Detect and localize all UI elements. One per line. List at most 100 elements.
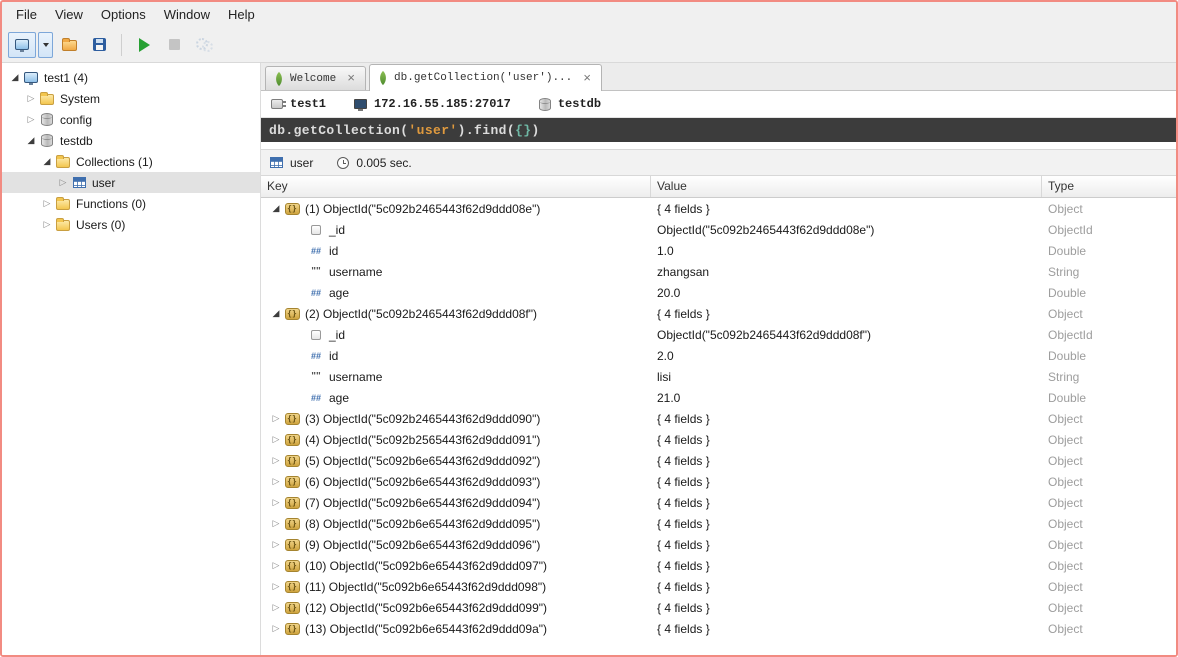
grid-row[interactable]: _idObjectId("5c092b2465443f62d9ddd08f")O…	[261, 324, 1176, 345]
host-icon	[354, 99, 367, 109]
row-expander-icon[interactable]: ▷	[269, 561, 283, 570]
close-icon[interactable]: ×	[345, 72, 357, 85]
type-cell: String	[1042, 265, 1176, 279]
row-expander-icon[interactable]: ▷	[269, 435, 283, 444]
value-cell: 21.0	[651, 391, 1042, 405]
tree-item-functions-0[interactable]: ▷Functions (0)	[2, 193, 260, 214]
clock-icon	[337, 157, 349, 169]
row-expander-icon[interactable]: ▷	[269, 414, 283, 423]
grid-row[interactable]: age21.0Double	[261, 387, 1176, 408]
grid-row[interactable]: ▷(11) ObjectId("5c092b6e65443f62d9ddd098…	[261, 576, 1176, 597]
row-expander-icon[interactable]: ▷	[269, 603, 283, 612]
menu-options[interactable]: Options	[92, 3, 155, 26]
column-header-key[interactable]: Key	[261, 176, 651, 197]
grid-row[interactable]: ▷(12) ObjectId("5c092b6e65443f62d9ddd099…	[261, 597, 1176, 618]
grid-row[interactable]: ▷(10) ObjectId("5c092b6e65443f62d9ddd097…	[261, 555, 1176, 576]
tree-item-collections-1[interactable]: ◢Collections (1)	[2, 151, 260, 172]
tree-item-users-0[interactable]: ▷Users (0)	[2, 214, 260, 235]
type-cell: Object	[1042, 538, 1176, 552]
folder-icon	[56, 199, 70, 210]
number-icon	[309, 287, 324, 299]
grid-row[interactable]: ▷(8) ObjectId("5c092b6e65443f62d9ddd095"…	[261, 513, 1176, 534]
grid-row[interactable]: ▷(5) ObjectId("5c092b6e65443f62d9ddd092"…	[261, 450, 1176, 471]
icon-slot	[307, 350, 325, 362]
breadcrumb-label: 172.16.55.185:27017	[374, 97, 511, 111]
query-editor[interactable]: db.getCollection('user').find({})	[261, 118, 1176, 142]
row-expander-icon[interactable]: ▷	[269, 624, 283, 633]
key-text: _id	[329, 223, 345, 237]
row-expander-icon[interactable]: ▷	[269, 456, 283, 465]
tree-expander-icon[interactable]: ◢	[40, 157, 54, 166]
grid-row[interactable]: ▷(6) ObjectId("5c092b6e65443f62d9ddd093"…	[261, 471, 1176, 492]
key-text: id	[329, 244, 338, 258]
save-button[interactable]	[85, 32, 113, 58]
tree-expander-icon[interactable]: ◢	[24, 136, 38, 145]
orientation-button[interactable]	[190, 32, 218, 58]
value-cell: { 4 fields }	[651, 433, 1042, 447]
grid-row[interactable]: ▷(9) ObjectId("5c092b6e65443f62d9ddd096"…	[261, 534, 1176, 555]
row-expander-icon[interactable]: ▷	[269, 498, 283, 507]
tree-expander-icon[interactable]: ▷	[56, 178, 70, 187]
connections-dropdown-button[interactable]	[38, 32, 53, 58]
play-icon	[139, 38, 150, 52]
stop-button[interactable]	[160, 32, 188, 58]
spacer	[261, 142, 1176, 149]
close-icon[interactable]: ×	[581, 72, 593, 85]
tab-welcome[interactable]: Welcome×	[265, 66, 366, 90]
row-expander-icon[interactable]: ▷	[269, 540, 283, 549]
row-expander-icon[interactable]: ▷	[269, 519, 283, 528]
tree-item-system[interactable]: ▷System	[2, 88, 260, 109]
row-expander-icon[interactable]: ▷	[269, 477, 283, 486]
query-token: db.getCollection(	[269, 123, 408, 138]
tab-db-getcollection-user[interactable]: db.getCollection('user')...×	[369, 64, 602, 91]
tree-item-user[interactable]: ▷user	[2, 172, 260, 193]
key-cell: ▷ (4) ObjectId("5c092b2565443f62d9ddd091"…	[261, 429, 651, 450]
icon-slot	[283, 497, 301, 509]
result-collection[interactable]: user	[270, 156, 313, 170]
tree-expander-icon[interactable]: ◢	[8, 73, 22, 82]
gears-icon	[196, 37, 213, 52]
tree-item-testdb[interactable]: ◢testdb	[2, 130, 260, 151]
tree-item-label: test1 (4)	[44, 71, 88, 85]
folder-icon	[40, 94, 54, 105]
grid-row[interactable]: id2.0Double	[261, 345, 1176, 366]
key-text: (4) ObjectId("5c092b2565443f62d9ddd091")	[305, 433, 540, 447]
icon-slot	[54, 198, 72, 210]
tree-expander-icon[interactable]: ▷	[40, 199, 54, 208]
database-icon	[41, 134, 53, 147]
tree-item-test1-4[interactable]: ◢ test1 (4)	[2, 67, 260, 88]
tree-item-config[interactable]: ▷config	[2, 109, 260, 130]
json-icon	[285, 602, 300, 614]
open-file-button[interactable]	[55, 32, 83, 58]
row-expander-icon[interactable]: ◢	[269, 204, 283, 213]
grid-row[interactable]: ▷ (4) ObjectId("5c092b2565443f62d9ddd091"…	[261, 429, 1176, 450]
row-expander-icon[interactable]: ▷	[269, 582, 283, 591]
key-text: id	[329, 349, 338, 363]
type-cell: Object	[1042, 475, 1176, 489]
row-expander-icon[interactable]: ◢	[269, 309, 283, 318]
grid-row[interactable]: ▷(7) ObjectId("5c092b6e65443f62d9ddd094"…	[261, 492, 1176, 513]
tree-expander-icon[interactable]: ▷	[24, 94, 38, 103]
tree-expander-icon[interactable]: ▷	[24, 115, 38, 124]
menu-help[interactable]: Help	[219, 3, 264, 26]
grid-row[interactable]: usernamezhangsanString	[261, 261, 1176, 282]
grid-row[interactable]: _idObjectId("5c092b2465443f62d9ddd08e")O…	[261, 219, 1176, 240]
grid-row[interactable]: ◢(1) ObjectId("5c092b2465443f62d9ddd08e"…	[261, 198, 1176, 219]
execute-button[interactable]	[130, 32, 158, 58]
column-header-type[interactable]: Type	[1042, 176, 1176, 197]
tree-expander-icon[interactable]: ▷	[40, 220, 54, 229]
value-cell: 2.0	[651, 349, 1042, 363]
menu-file[interactable]: File	[7, 3, 46, 26]
menu-window[interactable]: Window	[155, 3, 219, 26]
key-cell: _id	[261, 324, 651, 345]
grid-row[interactable]: age20.0Double	[261, 282, 1176, 303]
grid-row[interactable]: ▷(3) ObjectId("5c092b2465443f62d9ddd090"…	[261, 408, 1176, 429]
connections-button[interactable]	[8, 32, 36, 58]
grid-row[interactable]: id1.0Double	[261, 240, 1176, 261]
grid-row[interactable]: ◢(2) ObjectId("5c092b2465443f62d9ddd08f"…	[261, 303, 1176, 324]
column-header-value[interactable]: Value	[651, 176, 1042, 197]
grid-row[interactable]: usernamelisiString	[261, 366, 1176, 387]
menu-view[interactable]: View	[46, 3, 92, 26]
grid-row[interactable]: ▷(13) ObjectId("5c092b6e65443f62d9ddd09a…	[261, 618, 1176, 639]
type-cell: Object	[1042, 412, 1176, 426]
